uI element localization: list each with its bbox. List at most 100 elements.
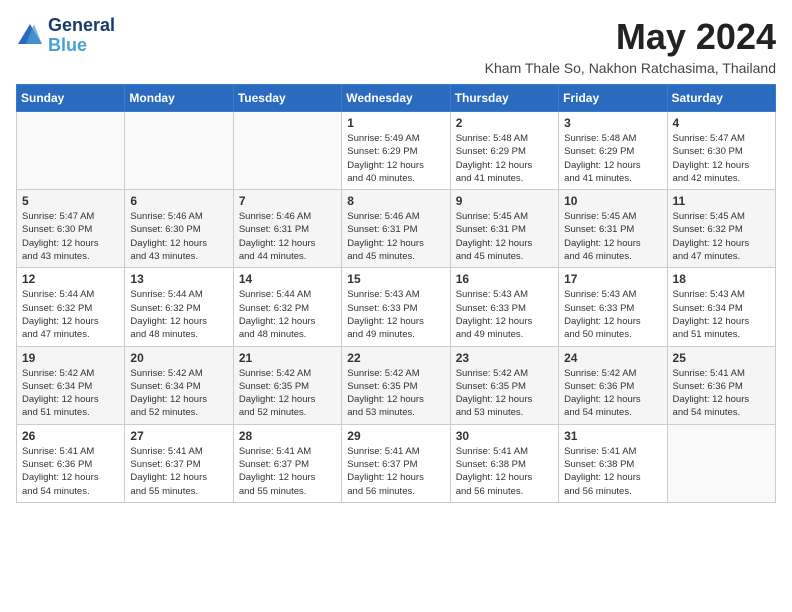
day-info: Sunrise: 5:48 AM Sunset: 6:29 PM Dayligh…: [564, 132, 661, 185]
day-info: Sunrise: 5:41 AM Sunset: 6:36 PM Dayligh…: [673, 367, 770, 420]
calendar-week-1: 1 Sunrise: 5:49 AM Sunset: 6:29 PM Daylig…: [17, 112, 776, 190]
month-title: May 2024: [485, 16, 776, 58]
day-number: 30: [456, 429, 553, 443]
day-info: Sunrise: 5:46 AM Sunset: 6:31 PM Dayligh…: [239, 210, 336, 263]
day-number: 21: [239, 351, 336, 365]
calendar-cell: 12 Sunrise: 5:44 AM Sunset: 6:32 PM Dayli…: [17, 268, 125, 346]
day-number: 26: [22, 429, 119, 443]
day-number: 2: [456, 116, 553, 130]
day-number: 11: [673, 194, 770, 208]
day-info: Sunrise: 5:42 AM Sunset: 6:34 PM Dayligh…: [22, 367, 119, 420]
calendar-cell: [125, 112, 233, 190]
weekday-header-friday: Friday: [559, 85, 667, 112]
title-section: May 2024 Kham Thale So, Nakhon Ratchasim…: [485, 16, 776, 76]
calendar-cell: 16 Sunrise: 5:43 AM Sunset: 6:33 PM Dayli…: [450, 268, 558, 346]
calendar-week-3: 12 Sunrise: 5:44 AM Sunset: 6:32 PM Dayli…: [17, 268, 776, 346]
day-number: 12: [22, 272, 119, 286]
calendar-cell: 26 Sunrise: 5:41 AM Sunset: 6:36 PM Dayli…: [17, 424, 125, 502]
calendar-cell: 5 Sunrise: 5:47 AM Sunset: 6:30 PM Daylig…: [17, 190, 125, 268]
weekday-header-saturday: Saturday: [667, 85, 775, 112]
day-info: Sunrise: 5:45 AM Sunset: 6:31 PM Dayligh…: [564, 210, 661, 263]
calendar-cell: 2Sunrise: 5:48 AM Sunset: 6:29 PM Daylig…: [450, 112, 558, 190]
day-info: Sunrise: 5:42 AM Sunset: 6:35 PM Dayligh…: [347, 367, 444, 420]
day-number: 9: [456, 194, 553, 208]
day-number: 31: [564, 429, 661, 443]
day-info: Sunrise: 5:46 AM Sunset: 6:30 PM Dayligh…: [130, 210, 227, 263]
logo-line2: Blue: [48, 36, 115, 56]
day-info: Sunrise: 5:41 AM Sunset: 6:38 PM Dayligh…: [564, 445, 661, 498]
calendar-cell: 11Sunrise: 5:45 AM Sunset: 6:32 PM Dayli…: [667, 190, 775, 268]
calendar-cell: [667, 424, 775, 502]
day-number: 24: [564, 351, 661, 365]
day-info: Sunrise: 5:42 AM Sunset: 6:35 PM Dayligh…: [456, 367, 553, 420]
day-number: 29: [347, 429, 444, 443]
calendar-cell: 22 Sunrise: 5:42 AM Sunset: 6:35 PM Dayli…: [342, 346, 450, 424]
day-info: Sunrise: 5:41 AM Sunset: 6:38 PM Dayligh…: [456, 445, 553, 498]
calendar-cell: 25 Sunrise: 5:41 AM Sunset: 6:36 PM Dayli…: [667, 346, 775, 424]
day-info: Sunrise: 5:43 AM Sunset: 6:33 PM Dayligh…: [456, 288, 553, 341]
day-number: 19: [22, 351, 119, 365]
calendar-cell: 17Sunrise: 5:43 AM Sunset: 6:33 PM Dayli…: [559, 268, 667, 346]
day-number: 16: [456, 272, 553, 286]
day-info: Sunrise: 5:42 AM Sunset: 6:36 PM Dayligh…: [564, 367, 661, 420]
day-info: Sunrise: 5:49 AM Sunset: 6:29 PM Dayligh…: [347, 132, 444, 185]
day-number: 18: [673, 272, 770, 286]
calendar-cell: 3 Sunrise: 5:48 AM Sunset: 6:29 PM Daylig…: [559, 112, 667, 190]
calendar-cell: [233, 112, 341, 190]
day-info: Sunrise: 5:44 AM Sunset: 6:32 PM Dayligh…: [130, 288, 227, 341]
calendar-cell: 21 Sunrise: 5:42 AM Sunset: 6:35 PM Dayli…: [233, 346, 341, 424]
calendar-cell: 23 Sunrise: 5:42 AM Sunset: 6:35 PM Dayli…: [450, 346, 558, 424]
calendar-cell: 28 Sunrise: 5:41 AM Sunset: 6:37 PM Dayli…: [233, 424, 341, 502]
day-number: 15: [347, 272, 444, 286]
day-number: 22: [347, 351, 444, 365]
day-info: Sunrise: 5:42 AM Sunset: 6:35 PM Dayligh…: [239, 367, 336, 420]
calendar-cell: 9 Sunrise: 5:45 AM Sunset: 6:31 PM Daylig…: [450, 190, 558, 268]
day-number: 17: [564, 272, 661, 286]
day-number: 5: [22, 194, 119, 208]
day-number: 13: [130, 272, 227, 286]
calendar-cell: 10 Sunrise: 5:45 AM Sunset: 6:31 PM Dayli…: [559, 190, 667, 268]
day-number: 10: [564, 194, 661, 208]
day-info: Sunrise: 5:45 AM Sunset: 6:31 PM Dayligh…: [456, 210, 553, 263]
calendar-cell: 31 Sunrise: 5:41 AM Sunset: 6:38 PM Dayli…: [559, 424, 667, 502]
day-number: 14: [239, 272, 336, 286]
day-number: 28: [239, 429, 336, 443]
logo: General Blue: [16, 16, 115, 56]
calendar-cell: 14 Sunrise: 5:44 AM Sunset: 6:32 PM Dayli…: [233, 268, 341, 346]
calendar-header-row: SundayMondayTuesdayWednesdayThursdayFrid…: [17, 85, 776, 112]
weekday-header-thursday: Thursday: [450, 85, 558, 112]
day-number: 8: [347, 194, 444, 208]
calendar-cell: [17, 112, 125, 190]
day-info: Sunrise: 5:42 AM Sunset: 6:34 PM Dayligh…: [130, 367, 227, 420]
calendar-week-2: 5 Sunrise: 5:47 AM Sunset: 6:30 PM Daylig…: [17, 190, 776, 268]
day-number: 6: [130, 194, 227, 208]
calendar-cell: 30 Sunrise: 5:41 AM Sunset: 6:38 PM Dayli…: [450, 424, 558, 502]
weekday-header-wednesday: Wednesday: [342, 85, 450, 112]
location-title: Kham Thale So, Nakhon Ratchasima, Thaila…: [485, 60, 776, 76]
day-number: 1: [347, 116, 444, 130]
day-number: 27: [130, 429, 227, 443]
day-number: 23: [456, 351, 553, 365]
day-info: Sunrise: 5:44 AM Sunset: 6:32 PM Dayligh…: [22, 288, 119, 341]
calendar-cell: 27 Sunrise: 5:41 AM Sunset: 6:37 PM Dayli…: [125, 424, 233, 502]
calendar-cell: 19 Sunrise: 5:42 AM Sunset: 6:34 PM Dayli…: [17, 346, 125, 424]
day-info: Sunrise: 5:44 AM Sunset: 6:32 PM Dayligh…: [239, 288, 336, 341]
weekday-header-tuesday: Tuesday: [233, 85, 341, 112]
day-info: Sunrise: 5:41 AM Sunset: 6:37 PM Dayligh…: [347, 445, 444, 498]
calendar-cell: 29 Sunrise: 5:41 AM Sunset: 6:37 PM Dayli…: [342, 424, 450, 502]
day-info: Sunrise: 5:41 AM Sunset: 6:37 PM Dayligh…: [239, 445, 336, 498]
day-info: Sunrise: 5:41 AM Sunset: 6:37 PM Dayligh…: [130, 445, 227, 498]
calendar-cell: 4Sunrise: 5:47 AM Sunset: 6:30 PM Daylig…: [667, 112, 775, 190]
weekday-header-monday: Monday: [125, 85, 233, 112]
calendar-cell: 6 Sunrise: 5:46 AM Sunset: 6:30 PM Daylig…: [125, 190, 233, 268]
day-number: 25: [673, 351, 770, 365]
day-info: Sunrise: 5:47 AM Sunset: 6:30 PM Dayligh…: [22, 210, 119, 263]
calendar-week-4: 19 Sunrise: 5:42 AM Sunset: 6:34 PM Dayli…: [17, 346, 776, 424]
calendar-cell: 7Sunrise: 5:46 AM Sunset: 6:31 PM Daylig…: [233, 190, 341, 268]
calendar-cell: 15Sunrise: 5:43 AM Sunset: 6:33 PM Dayli…: [342, 268, 450, 346]
calendar-week-5: 26 Sunrise: 5:41 AM Sunset: 6:36 PM Dayli…: [17, 424, 776, 502]
day-number: 3: [564, 116, 661, 130]
day-info: Sunrise: 5:41 AM Sunset: 6:36 PM Dayligh…: [22, 445, 119, 498]
weekday-header-sunday: Sunday: [17, 85, 125, 112]
calendar-table: SundayMondayTuesdayWednesdayThursdayFrid…: [16, 84, 776, 503]
